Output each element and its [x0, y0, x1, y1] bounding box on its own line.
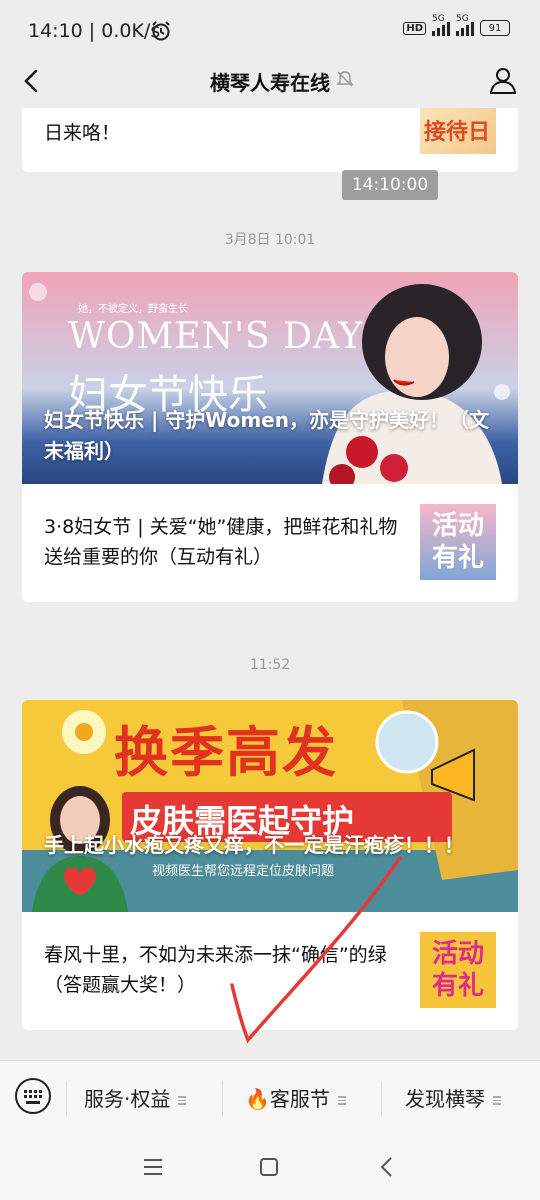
article-sub-title: 春风十里，不如为未来添一抹“确信”的绿（答题赢大奖！） — [44, 944, 387, 996]
signal-icon-2: 5G — [456, 14, 474, 36]
status-time: 14:10 | 0.0K/s — [28, 20, 161, 42]
keyboard-toggle-icon[interactable] — [15, 1078, 51, 1114]
network-label-1: 5G — [432, 14, 445, 24]
submenu-icon — [178, 1094, 187, 1107]
article-sub-title: 3·8妇女节 | 关爱“她”健康，把鲜花和礼物送给重要的你（互动有礼） — [44, 516, 398, 568]
article-main-title: 妇女节快乐 | 守护Women，亦是守护美好！（文末福利） — [44, 408, 489, 463]
menu-divider — [222, 1081, 223, 1117]
menu-service-festival[interactable]: 🔥客服节 — [245, 1083, 346, 1112]
battery-level: 91 — [488, 22, 502, 34]
submenu-icon — [337, 1094, 346, 1107]
article-banner-skin: 换季高发 皮肤需医起守护 视频医生帮您远程定位皮肤问题 手上起小水疱又疼又痒，不… — [22, 700, 518, 912]
thumbnail-text: 活动有礼 — [431, 939, 484, 1001]
status-icons: HD 5G 5G 91 — [403, 14, 510, 36]
thumbnail-text: 接待日 — [424, 120, 491, 145]
banner-small-title: 视频医生帮您远程定位皮肤问题 — [152, 864, 335, 879]
article-sub-thumbnail: 活动有礼 — [420, 932, 496, 1008]
hd-badge: HD — [403, 21, 426, 35]
banner-big-title: 换季高发 — [114, 721, 338, 784]
menu-discover[interactable]: 发现横琴 — [405, 1083, 501, 1112]
article-card[interactable]: 她，不被定义，野蛮生长 WOMEN'S DAY 妇女节快乐 妇女节快乐 | 守护… — [22, 272, 518, 602]
menu-services[interactable]: 服务·权益 — [84, 1083, 187, 1112]
article-title: 日来咯！ — [44, 122, 121, 144]
system-nav-bar — [0, 1136, 540, 1200]
alarm-icon — [152, 21, 170, 41]
status-bar: 14:10 | 0.0K/s HD 5G 5G 91 — [0, 0, 540, 60]
page-title: 横琴人寿在线 — [210, 71, 330, 95]
banner-en-title: WOMEN'S DAY — [68, 316, 364, 357]
article-thumbnail: 接待日 — [420, 108, 496, 154]
submenu-icon — [493, 1094, 501, 1107]
recent-apps-icon[interactable] — [143, 1158, 163, 1176]
network-label-2: 5G — [456, 14, 469, 24]
banner-slogan: 她，不被定义，野蛮生长 — [78, 304, 188, 315]
menu-label: 客服节 — [269, 1087, 330, 1111]
profile-icon[interactable] — [488, 65, 518, 95]
article-card-partial[interactable]: 日来咯！ 接待日 — [22, 108, 518, 172]
nav-bar: 横琴人寿在线 — [0, 56, 540, 106]
menu-label: 服务·权益 — [84, 1087, 171, 1111]
article-banner-womens-day: 她，不被定义，野蛮生长 WOMEN'S DAY 妇女节快乐 妇女节快乐 | 守护… — [22, 272, 518, 484]
message-timestamp: 3月8日 10:01 — [224, 232, 316, 248]
battery-icon: 91 — [480, 20, 510, 36]
menu-divider — [66, 1081, 67, 1117]
thumbnail-text: 活动有礼 — [431, 511, 484, 573]
article-main-title: 手上起小水疱又疼又痒，不一定是汗疱疹！！！ — [44, 833, 464, 857]
article-sub-thumbnail: 活动有礼 — [420, 504, 496, 580]
signal-icon: 5G — [432, 14, 450, 36]
fire-icon: 🔥 — [245, 1087, 270, 1111]
menu-label: 发现横琴 — [405, 1087, 485, 1111]
message-timestamp: 11:52 — [249, 657, 291, 673]
time-tooltip: 14:10:00 — [342, 170, 438, 200]
menu-divider — [381, 1081, 382, 1117]
article-card[interactable]: 换季高发 皮肤需医起守护 视频医生帮您远程定位皮肤问题 手上起小水疱又疼又痒，不… — [22, 700, 518, 1030]
back-icon[interactable] — [377, 1156, 397, 1178]
home-icon[interactable] — [259, 1157, 279, 1177]
mute-bell-icon — [336, 71, 354, 87]
bottom-menu-bar: 服务·权益 🔥客服节 发现横琴 — [0, 1060, 540, 1137]
